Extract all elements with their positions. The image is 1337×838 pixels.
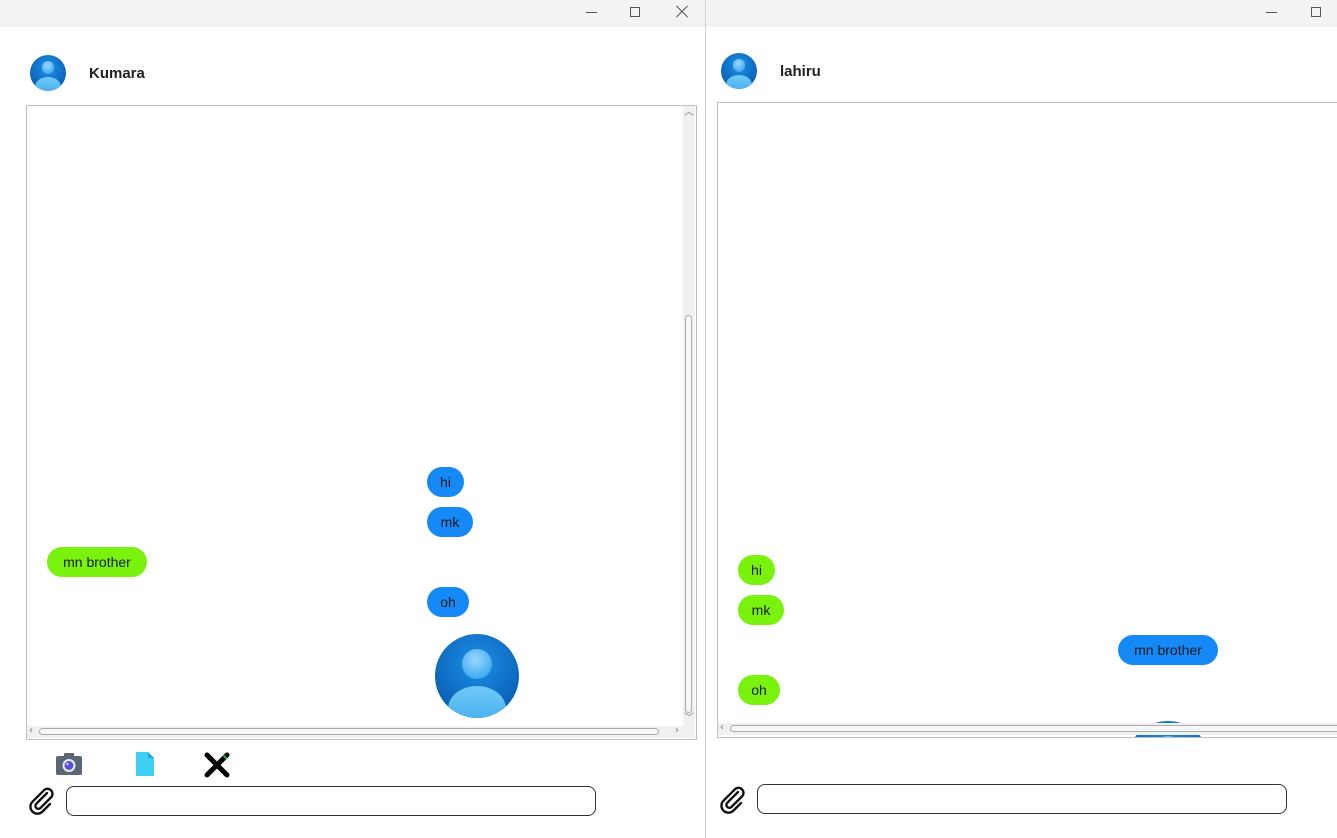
maximize-icon (1311, 7, 1321, 17)
horizontal-scrollbar[interactable]: ‹ (718, 723, 1337, 735)
camera-button[interactable] (55, 751, 83, 777)
contact-name: lahiru (780, 63, 821, 80)
contact-avatar (30, 55, 66, 91)
scroll-right-arrow-icon[interactable]: › (675, 726, 679, 736)
message-bubble-sent: hi (427, 467, 464, 497)
cancel-attachment-button[interactable] (203, 751, 231, 779)
horizontal-scroll-thumb[interactable] (39, 728, 659, 735)
camera-icon (56, 753, 82, 775)
minimize-icon (1265, 11, 1277, 13)
message-bubble-received: mk (738, 595, 784, 625)
maximize-button[interactable] (1293, 0, 1337, 24)
message-bubble-sent: mn brother (1118, 635, 1218, 665)
scroll-left-arrow-icon[interactable]: ‹ (720, 723, 724, 733)
paperclip-icon (720, 786, 745, 814)
document-button[interactable] (134, 751, 156, 777)
message-bubble-sent: mk (427, 507, 473, 537)
message-bubble-sent: oh (427, 587, 469, 617)
vertical-scroll-thumb[interactable] (685, 315, 692, 713)
message-bubble-received: oh (738, 675, 780, 705)
title-bar (0, 0, 705, 27)
message-bubble-received: mn brother (47, 547, 147, 577)
scroll-up-arrow-icon[interactable]: ︿ (684, 108, 694, 118)
sent-image-avatar[interactable] (435, 634, 519, 718)
attach-button[interactable] (28, 787, 56, 815)
message-input[interactable] (66, 786, 596, 816)
contact-name: Kumara (89, 65, 145, 82)
attach-button[interactable] (719, 786, 747, 814)
scroll-left-arrow-icon[interactable]: ‹ (29, 726, 33, 736)
message-list[interactable]: hi mk mn brother oh ‹ (717, 102, 1337, 738)
maximize-button[interactable] (612, 0, 658, 24)
paperclip-icon (29, 787, 54, 815)
message-input[interactable] (757, 784, 1287, 814)
minimize-button[interactable] (1248, 0, 1294, 24)
chat-window-lahiru: lahiru hi mk mn brother oh ‹ (706, 0, 1337, 838)
close-icon (676, 6, 688, 18)
chat-window-kumara: Kumara hi mk mn brother oh ︿ ﹀ ‹ › (0, 0, 706, 838)
contact-avatar (721, 53, 757, 89)
close-window-button[interactable] (659, 0, 705, 24)
vertical-scrollbar[interactable]: ︿ ﹀ (683, 106, 695, 726)
message-list[interactable]: hi mk mn brother oh ︿ ﹀ ‹ › (26, 105, 697, 740)
title-bar (706, 0, 1337, 27)
minimize-button[interactable] (568, 0, 614, 24)
message-bubble-received: hi (738, 555, 775, 585)
maximize-icon (630, 7, 640, 17)
close-icon (204, 752, 230, 778)
file-icon (136, 752, 154, 776)
horizontal-scrollbar[interactable]: ‹ › (27, 726, 695, 738)
scroll-down-arrow-icon[interactable]: ﹀ (684, 714, 694, 724)
horizontal-scroll-thumb[interactable] (730, 725, 1337, 732)
minimize-icon (585, 11, 597, 13)
